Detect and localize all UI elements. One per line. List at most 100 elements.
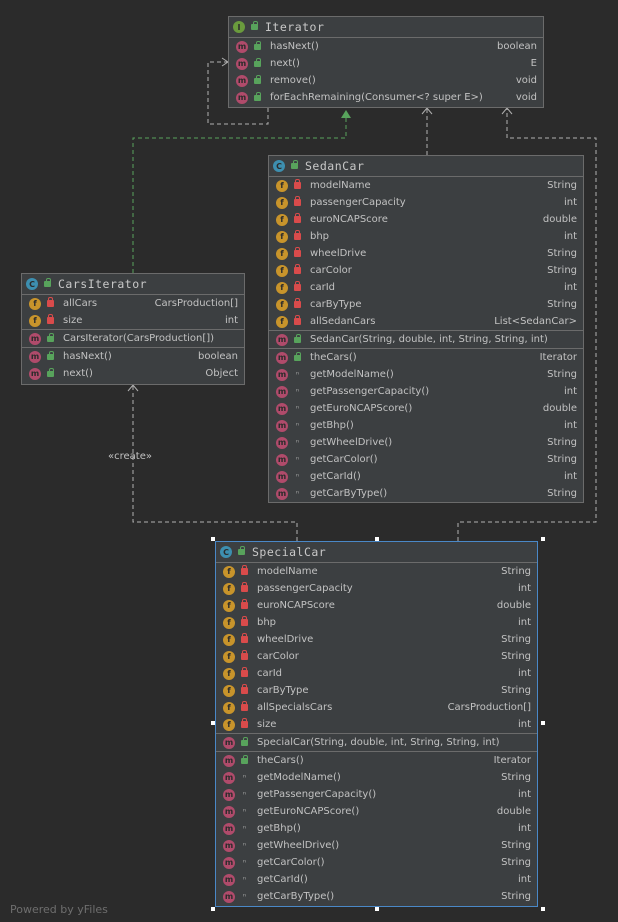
field-row[interactable]: f passengerCapacity int <box>216 580 537 597</box>
iterator-interface-node[interactable]: I Iterator m hasNext() boolean m next() Em rem… <box>228 16 544 108</box>
method-row[interactable]: m remove() void <box>229 72 543 89</box>
selection-handle[interactable] <box>211 721 215 725</box>
selection-handle[interactable] <box>375 537 379 541</box>
method-row[interactable]: m ⁿ getWheelDrive() String <box>269 434 583 451</box>
member-type: int <box>517 719 531 730</box>
private-lock-icon <box>240 599 249 610</box>
selection-handle[interactable] <box>541 907 545 911</box>
selection-handle[interactable] <box>211 537 215 541</box>
public-unlock-icon <box>46 332 55 343</box>
method-row[interactable]: m ⁿ getPassengerCapacity() int <box>216 786 537 803</box>
member-name: allSpecialsCars <box>257 702 333 713</box>
member-type: int <box>563 386 577 397</box>
member-name: getEuroNCAPScore() <box>310 403 413 414</box>
method-row[interactable]: m ⁿ getBhp() int <box>269 417 583 434</box>
field-icon: f <box>276 247 288 260</box>
specialcar-fields: f modelName String f passengerCapacity int f eu… <box>216 563 537 734</box>
field-row[interactable]: f euroNCAPScore double <box>269 211 583 228</box>
member-type: List<SedanCar> <box>494 316 577 327</box>
field-row[interactable]: f modelName String <box>216 563 537 580</box>
field-row[interactable]: f size int <box>216 716 537 733</box>
method-row[interactable]: m ⁿ getModelName() String <box>269 366 583 383</box>
member-type: void <box>515 92 537 103</box>
field-row[interactable]: f carByType String <box>216 682 537 699</box>
edge-label-create: «create» <box>108 451 152 462</box>
method-row[interactable]: m ⁿ getModelName() String <box>216 769 537 786</box>
member-type: String <box>501 857 531 868</box>
method-row[interactable]: m ⁿ getCarColor() String <box>269 451 583 468</box>
public-visibility-icon <box>250 21 259 32</box>
member-type: void <box>515 75 537 86</box>
method-row[interactable]: m hasNext() boolean <box>22 348 244 365</box>
method-row[interactable]: m ⁿ getBhp() int <box>216 820 537 837</box>
method-row[interactable]: m ⁿ getPassengerCapacity() int <box>269 383 583 400</box>
member-name: getPassengerCapacity() <box>310 386 430 397</box>
method-row[interactable]: m ⁿ getWheelDrive() String <box>216 837 537 854</box>
selection-handle[interactable] <box>375 907 379 911</box>
interface-icon: I <box>233 21 245 33</box>
method-row[interactable]: m theCars() Iterator <box>216 752 537 769</box>
selection-handle[interactable] <box>541 537 545 541</box>
member-name: carColor <box>257 651 299 662</box>
member-name: modelName <box>257 566 318 577</box>
carsiterator-class-node[interactable]: C CarsIterator f allCars CarsProduction[] f… <box>21 273 245 385</box>
member-name: wheelDrive <box>257 634 314 645</box>
public-unlock-icon <box>253 74 262 85</box>
method-row[interactable]: m theCars() Iterator <box>269 349 583 366</box>
sedancar-class-node[interactable]: C SedanCar f modelName String f passengerCap… <box>268 155 584 503</box>
package-key-icon: ⁿ <box>295 421 300 430</box>
member-name: size <box>63 315 83 326</box>
field-row[interactable]: f passengerCapacity int <box>269 194 583 211</box>
method-row[interactable]: m ⁿ getCarColor() String <box>216 854 537 871</box>
member-type: double <box>496 600 531 611</box>
specialcar-class-node[interactable]: C SpecialCar f modelName String f passengerC… <box>215 541 538 907</box>
member-name: getCarByType() <box>310 488 388 499</box>
method-row[interactable]: m hasNext() boolean <box>229 38 543 55</box>
field-row[interactable]: f allSedanCars List<SedanCar> <box>269 313 583 330</box>
selection-handle[interactable] <box>211 907 215 911</box>
member-type: CarsProduction[] <box>154 298 238 309</box>
field-row[interactable]: f carByType String <box>269 296 583 313</box>
field-row[interactable]: f wheelDrive String <box>216 631 537 648</box>
field-icon: f <box>223 599 235 612</box>
member-type: String <box>547 454 577 465</box>
private-lock-icon <box>293 213 302 224</box>
package-key-icon: ⁿ <box>242 824 247 833</box>
package-key-icon: ⁿ <box>242 858 247 867</box>
selection-handle[interactable] <box>541 721 545 725</box>
public-unlock-icon <box>253 91 262 102</box>
method-row[interactable]: m CarsIterator(CarsProduction[]) <box>22 330 244 347</box>
field-row[interactable]: f modelName String <box>269 177 583 194</box>
method-icon: m <box>276 351 288 364</box>
method-row[interactable]: m ⁿ getCarId() int <box>269 468 583 485</box>
method-row[interactable]: m ⁿ getCarByType() String <box>269 485 583 502</box>
method-row[interactable]: m forEachRemaining(Consumer<? super E>) vo… <box>229 89 543 106</box>
field-row[interactable]: f allCars CarsProduction[] <box>22 295 244 312</box>
method-row[interactable]: m ⁿ getCarId() int <box>216 871 537 888</box>
member-type: String <box>501 634 531 645</box>
method-row[interactable]: m ⁿ getEuroNCAPScore() double <box>216 803 537 820</box>
method-row[interactable]: m next() E <box>229 55 543 72</box>
package-key-icon: ⁿ <box>242 875 247 884</box>
method-row[interactable]: m SedanCar(String, double, int, String, S… <box>269 331 583 348</box>
member-type: String <box>547 369 577 380</box>
package-key-icon: ⁿ <box>242 790 247 799</box>
node-title: Iterator <box>265 20 325 34</box>
field-row[interactable]: f carId int <box>269 279 583 296</box>
method-row[interactable]: m ⁿ getEuroNCAPScore() double <box>269 400 583 417</box>
field-row[interactable]: f carColor String <box>269 262 583 279</box>
field-row[interactable]: f euroNCAPScore double <box>216 597 537 614</box>
field-row[interactable]: f bhp int <box>269 228 583 245</box>
private-lock-icon <box>240 667 249 678</box>
field-row[interactable]: f carId int <box>216 665 537 682</box>
field-row[interactable]: f size int <box>22 312 244 329</box>
field-row[interactable]: f wheelDrive String <box>269 245 583 262</box>
private-lock-icon <box>293 264 302 275</box>
method-row[interactable]: m SpecialCar(String, double, int, String,… <box>216 734 537 751</box>
member-type: String <box>547 299 577 310</box>
field-row[interactable]: f bhp int <box>216 614 537 631</box>
field-row[interactable]: f allSpecialsCars CarsProduction[] <box>216 699 537 716</box>
method-row[interactable]: m next() Object <box>22 365 244 382</box>
method-row[interactable]: m ⁿ getCarByType() String <box>216 888 537 905</box>
field-row[interactable]: f carColor String <box>216 648 537 665</box>
